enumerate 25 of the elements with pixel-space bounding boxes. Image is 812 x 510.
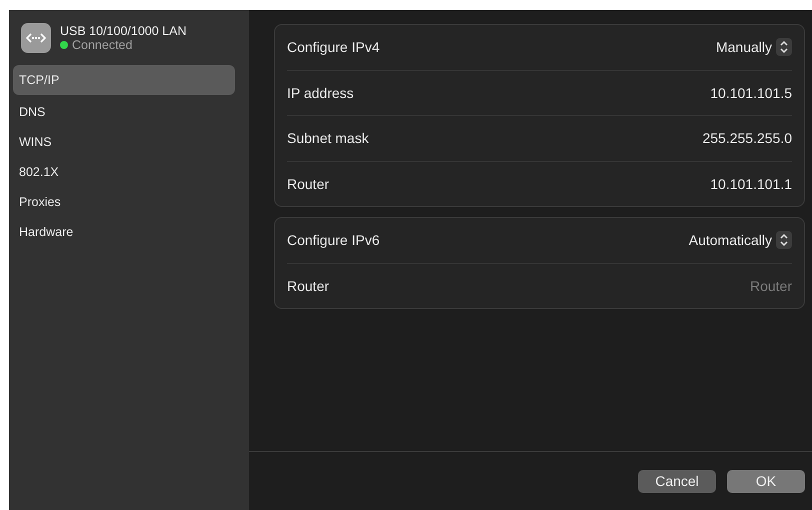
chevron-updown-icon — [776, 38, 792, 56]
sidebar-item[interactable]: TCP/IP — [13, 65, 235, 95]
row-label: Router — [287, 176, 330, 192]
row-label: Subnet mask — [287, 130, 369, 146]
cancel-button[interactable]: Cancel — [638, 470, 716, 492]
sidebar-item[interactable]: WINS — [13, 127, 235, 157]
row-value: 10.101.101.5 — [710, 84, 792, 101]
row-label: Configure IPv4 — [287, 39, 380, 56]
sidebar-item[interactable]: Proxies — [13, 187, 235, 217]
row-label: Configure IPv6 — [287, 232, 380, 248]
sidebar-item[interactable]: Hardware — [13, 217, 235, 247]
ethernet-icon — [20, 22, 52, 54]
device-name: USB 10/100/1000 LAN — [60, 24, 186, 38]
row-value: 255.255.255.0 — [702, 130, 792, 146]
row-value: 10.101.101.1 — [710, 176, 792, 192]
row-label: IP address — [287, 84, 354, 101]
row-label: Router — [287, 278, 330, 294]
sidebar-item[interactable]: 802.1X — [13, 157, 235, 187]
popup-button[interactable]: Automatically — [688, 231, 792, 250]
ok-button[interactable]: OK — [727, 470, 805, 492]
sidebar-item[interactable]: DNS — [13, 97, 235, 127]
chevron-updown-icon — [776, 231, 792, 250]
input-field[interactable]: Router — [632, 278, 792, 294]
popup-button[interactable]: Manually — [716, 38, 792, 56]
status-text: Connected — [72, 38, 132, 52]
